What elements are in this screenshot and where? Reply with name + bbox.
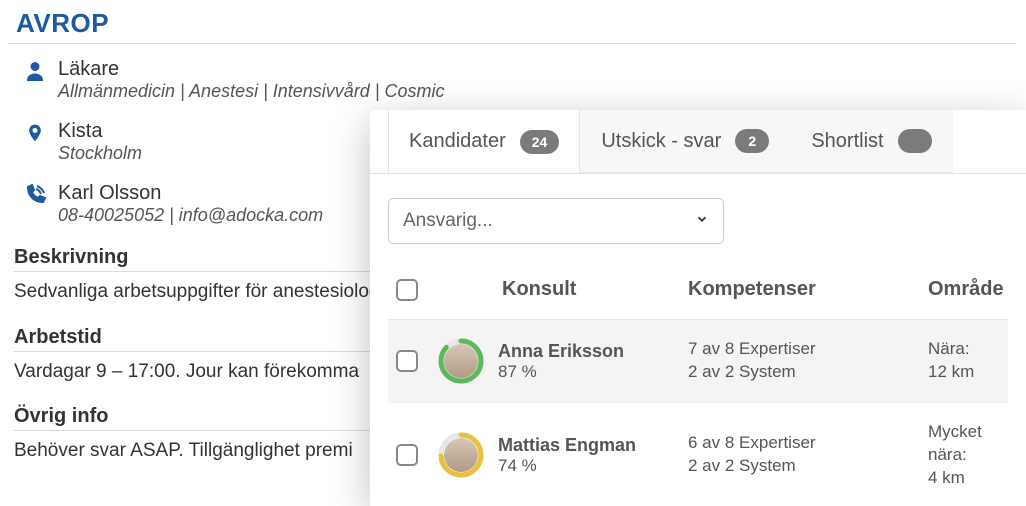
tab-label: Utskick - svar [601, 130, 721, 153]
systems-label: 2 av 2 System [688, 361, 928, 384]
tab-badge: 2 [735, 129, 769, 153]
location-pin-icon [22, 120, 48, 146]
city-label: Kista [58, 120, 142, 143]
contact-sub: 08-40025052 | info@adocka.com [58, 205, 323, 226]
distance-value: 4 km [928, 467, 1008, 490]
candidate-name: Anna Eriksson [498, 341, 624, 362]
candidate-percent: 87 % [498, 362, 624, 382]
candidates-table: Konsult Kompetenser Område Anna Eriksson… [388, 278, 1008, 506]
row-checkbox[interactable] [396, 350, 418, 372]
row-checkbox[interactable] [396, 444, 418, 466]
phone-icon [22, 182, 48, 208]
distance-label: Nära: [928, 338, 1008, 361]
col-kompetenser: Kompetenser [688, 278, 928, 301]
systems-label: 2 av 2 System [688, 455, 928, 478]
info-row-role: Läkare Allmänmedicin | Anestesi | Intens… [22, 58, 1026, 102]
tab-badge: 24 [520, 130, 560, 154]
person-icon [22, 58, 48, 84]
role-label: Läkare [58, 58, 445, 81]
col-omrade: Område [928, 278, 1004, 301]
select-all-checkbox[interactable] [396, 279, 418, 301]
avatar [438, 338, 484, 384]
table-row[interactable]: Anna Eriksson 87 % 7 av 8 Expertiser 2 a… [388, 320, 1008, 403]
candidate-percent: 74 % [498, 456, 636, 476]
tab-label: Kandidater [409, 130, 506, 153]
candidates-panel: Kandidater 24 Utskick - svar 2 Shortlist… [370, 110, 1026, 506]
tab-shortlist[interactable]: Shortlist [790, 110, 952, 173]
title-divider [8, 43, 1016, 44]
expertises-label: 6 av 8 Expertiser [688, 432, 928, 455]
avatar [438, 432, 484, 478]
col-konsult: Konsult [438, 278, 688, 301]
distance-value: 12 km [928, 361, 1008, 384]
contact-name: Karl Olsson [58, 182, 323, 205]
table-header: Konsult Kompetenser Område [388, 278, 1008, 320]
page-title: AVROP [0, 0, 1026, 41]
ansvarig-select[interactable]: Ansvarig... [388, 198, 724, 244]
candidate-name: Mattias Engman [498, 435, 636, 456]
tab-kandidater[interactable]: Kandidater 24 [388, 110, 580, 173]
tab-label: Shortlist [811, 130, 883, 153]
tab-utskick[interactable]: Utskick - svar 2 [580, 110, 790, 173]
distance-label: Mycket nära: [928, 421, 1008, 467]
select-placeholder: Ansvarig... [403, 210, 493, 232]
expertises-label: 7 av 8 Expertiser [688, 338, 928, 361]
region-label: Stockholm [58, 143, 142, 164]
specialties-label: Allmänmedicin | Anestesi | Intensivvård … [58, 81, 445, 102]
table-row[interactable]: Mattias Engman 74 % 6 av 8 Expertiser 2 … [388, 403, 1008, 506]
tab-bar: Kandidater 24 Utskick - svar 2 Shortlist [370, 110, 1026, 174]
tab-badge [898, 129, 932, 153]
chevron-down-icon [695, 210, 709, 232]
